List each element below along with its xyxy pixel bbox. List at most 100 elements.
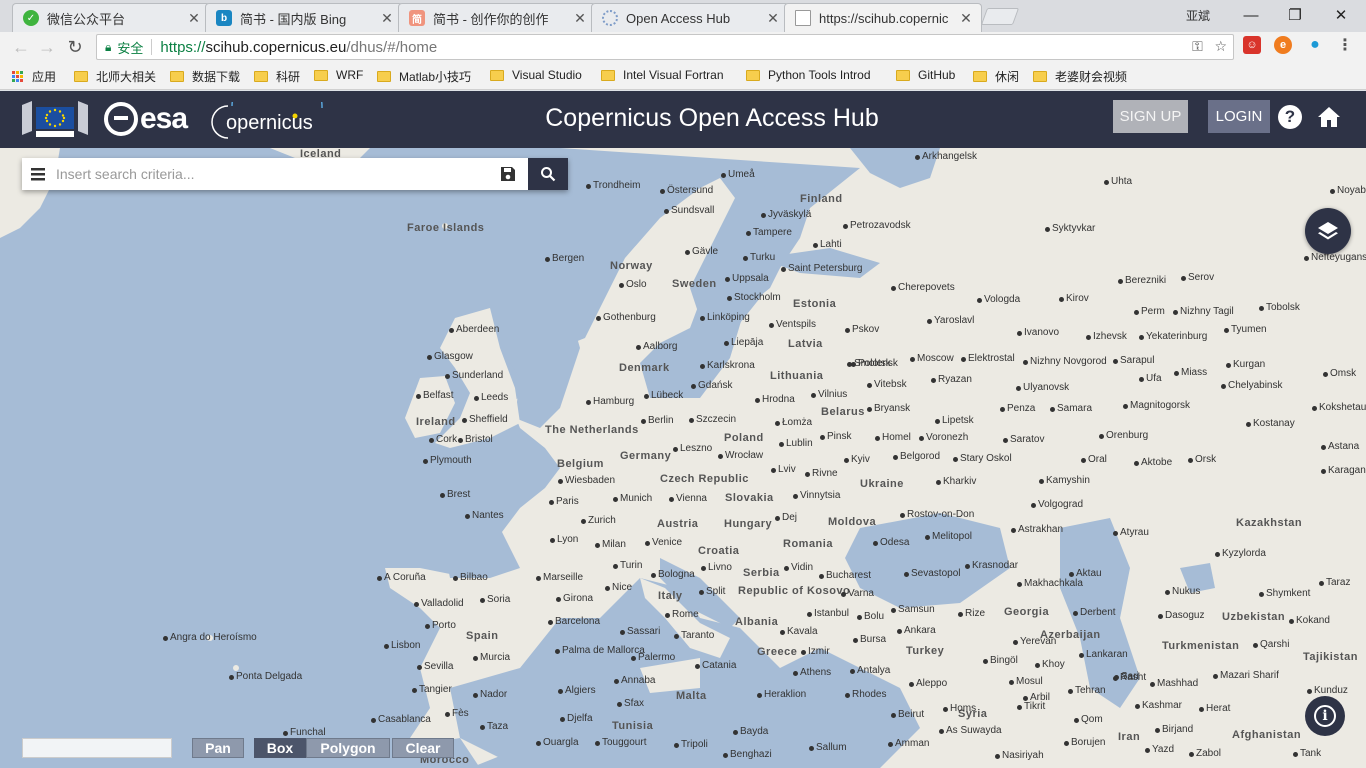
map-city-marker <box>757 693 762 698</box>
search-button[interactable] <box>528 158 568 190</box>
bookmark-label: 数据下载 <box>192 70 241 84</box>
bookmark-folder[interactable]: GitHub <box>896 68 955 82</box>
address-bar[interactable]: 🔒︎ 安全 https:// scihub.copernicus.eu /dhu… <box>96 34 1234 60</box>
extension-icon[interactable]: ☺ <box>1243 36 1261 54</box>
map-city-label: Rivne <box>812 468 838 479</box>
bookmark-folder[interactable]: Visual Studio <box>490 68 582 82</box>
map-city-label: Istanbul <box>814 608 850 619</box>
window-user-name[interactable]: 亚斌 <box>1186 7 1210 24</box>
login-button[interactable]: LOGIN <box>1208 100 1270 133</box>
extension-icon[interactable]: e <box>1274 36 1292 54</box>
tab-jianshu[interactable]: 简 简书 - 创作你的创作 ✕ <box>398 3 596 32</box>
map-city-marker <box>613 564 618 569</box>
coordinate-input[interactable] <box>22 738 172 758</box>
map-city-marker <box>843 224 848 229</box>
map-city-label: Uhta <box>1111 176 1133 187</box>
map-city-label: Ponta Delgada <box>236 671 303 682</box>
map-city-marker <box>558 689 563 694</box>
map-country-label: Malta <box>676 690 707 702</box>
bookmark-folder[interactable]: 数据下载 <box>170 68 240 85</box>
bookmark-folder[interactable]: Intel Visual Fortran <box>601 68 724 82</box>
map-city-label: Karlskrona <box>707 360 755 371</box>
search-input[interactable] <box>56 158 496 190</box>
bookmark-label: Intel Visual Fortran <box>623 68 724 82</box>
map-city-marker <box>771 468 776 473</box>
folder-icon <box>74 71 88 82</box>
box-button[interactable]: Box <box>254 738 306 758</box>
map-city-marker <box>384 644 389 649</box>
map-city-marker <box>453 576 458 581</box>
map-city-marker <box>644 394 649 399</box>
close-icon[interactable]: ✕ <box>766 10 780 27</box>
bookmark-folder[interactable]: WRF <box>314 68 363 82</box>
map-city-label: Odesa <box>880 537 910 548</box>
tab-bing[interactable]: b 简书 - 国内版 Bing ✕ <box>205 3 403 32</box>
info-button[interactable]: i <box>1305 696 1345 736</box>
map-city-label: Sari <box>1121 671 1139 682</box>
help-icon[interactable]: ? <box>1278 105 1302 129</box>
map-city-label: Vitebsk <box>874 379 907 390</box>
bookmark-folder[interactable]: Matlab小技巧 <box>377 68 471 85</box>
url-path: /dhus/#/home <box>346 38 438 56</box>
bookmark-folder[interactable]: Python Tools Introd <box>746 68 886 82</box>
map-city-label: Sheffield <box>469 414 508 425</box>
map-country-label: Kazakhstan <box>1236 517 1303 529</box>
map-city-marker <box>586 184 591 189</box>
page-icon <box>795 10 811 26</box>
star-icon[interactable]: ☆ <box>1214 38 1227 54</box>
map-city-label: Kyzylorda <box>1222 548 1266 559</box>
map-city-label: Leeds <box>481 392 509 403</box>
bookmark-apps[interactable]: 应用 <box>12 68 56 85</box>
map-city-label: Casablanca <box>378 714 431 725</box>
key-icon[interactable]: ⚿ <box>1192 38 1203 54</box>
map-city-marker <box>867 383 872 388</box>
map-city-marker <box>480 598 485 603</box>
map-city-label: Tyumen <box>1231 324 1267 335</box>
map-city-marker <box>560 717 565 722</box>
new-tab-button[interactable] <box>980 8 1020 25</box>
back-arrow-icon[interactable]: ← <box>10 36 32 58</box>
bookmark-folder[interactable]: 休闲 <box>973 68 1019 85</box>
tab-wechat[interactable]: ✓ 微信公众平台 ✕ <box>12 3 210 32</box>
map-city-label: Bilbao <box>460 572 488 583</box>
map-city-marker <box>1013 640 1018 645</box>
map-city-marker <box>458 438 463 443</box>
close-icon[interactable]: ✕ <box>573 10 587 27</box>
map-city-label: Rhodes <box>852 689 887 700</box>
reload-icon[interactable]: ↻ <box>64 36 86 58</box>
restore-icon[interactable]: ❐ <box>1272 0 1318 30</box>
map-city-label: Uppsala <box>732 273 769 284</box>
bookmark-label: Visual Studio <box>512 68 582 82</box>
map-city-marker <box>743 256 748 261</box>
hamburger-menu-icon[interactable] <box>30 166 46 182</box>
folder-icon <box>314 69 328 81</box>
map-country-label: Hungary <box>724 518 773 530</box>
tab-open-access-hub[interactable]: Open Access Hub ✕ <box>591 3 789 32</box>
sign-up-button[interactable]: SIGN UP <box>1113 100 1188 133</box>
map-city-marker <box>780 630 785 635</box>
bookmark-folder[interactable]: 老婆财会视频 <box>1033 68 1127 85</box>
forward-arrow-icon[interactable]: → <box>36 36 58 58</box>
chrome-menu-icon[interactable]: ⋮ <box>1336 36 1354 54</box>
close-icon[interactable]: ✕ <box>380 10 394 27</box>
layers-button[interactable] <box>1305 208 1351 254</box>
map-city-marker <box>1003 438 1008 443</box>
extension-icon[interactable]: ● <box>1306 36 1324 54</box>
window-close-icon[interactable]: ✕ <box>1318 0 1364 30</box>
map-city-marker <box>724 341 729 346</box>
map-city-marker <box>664 209 669 214</box>
save-icon[interactable] <box>500 166 516 182</box>
close-icon[interactable]: ✕ <box>187 10 201 27</box>
bookmark-folder[interactable]: 北师大相关 <box>74 68 156 85</box>
map-canvas[interactable]: Iceland Faroe Islands Norway Sweden Finland E… <box>0 148 1366 768</box>
map-city-marker <box>909 682 914 687</box>
home-icon[interactable] <box>1317 105 1341 129</box>
close-icon[interactable]: ✕ <box>959 10 973 27</box>
minimize-icon[interactable]: — <box>1228 0 1274 30</box>
clear-button[interactable]: Clear <box>392 738 454 758</box>
polygon-button[interactable]: Polygon <box>306 738 390 758</box>
map-city-marker <box>1312 406 1317 411</box>
bookmark-folder[interactable]: 科研 <box>254 68 300 85</box>
pan-button[interactable]: Pan <box>192 738 244 758</box>
tab-scihub-active[interactable]: https://scihub.copernic ✕ <box>784 3 982 32</box>
